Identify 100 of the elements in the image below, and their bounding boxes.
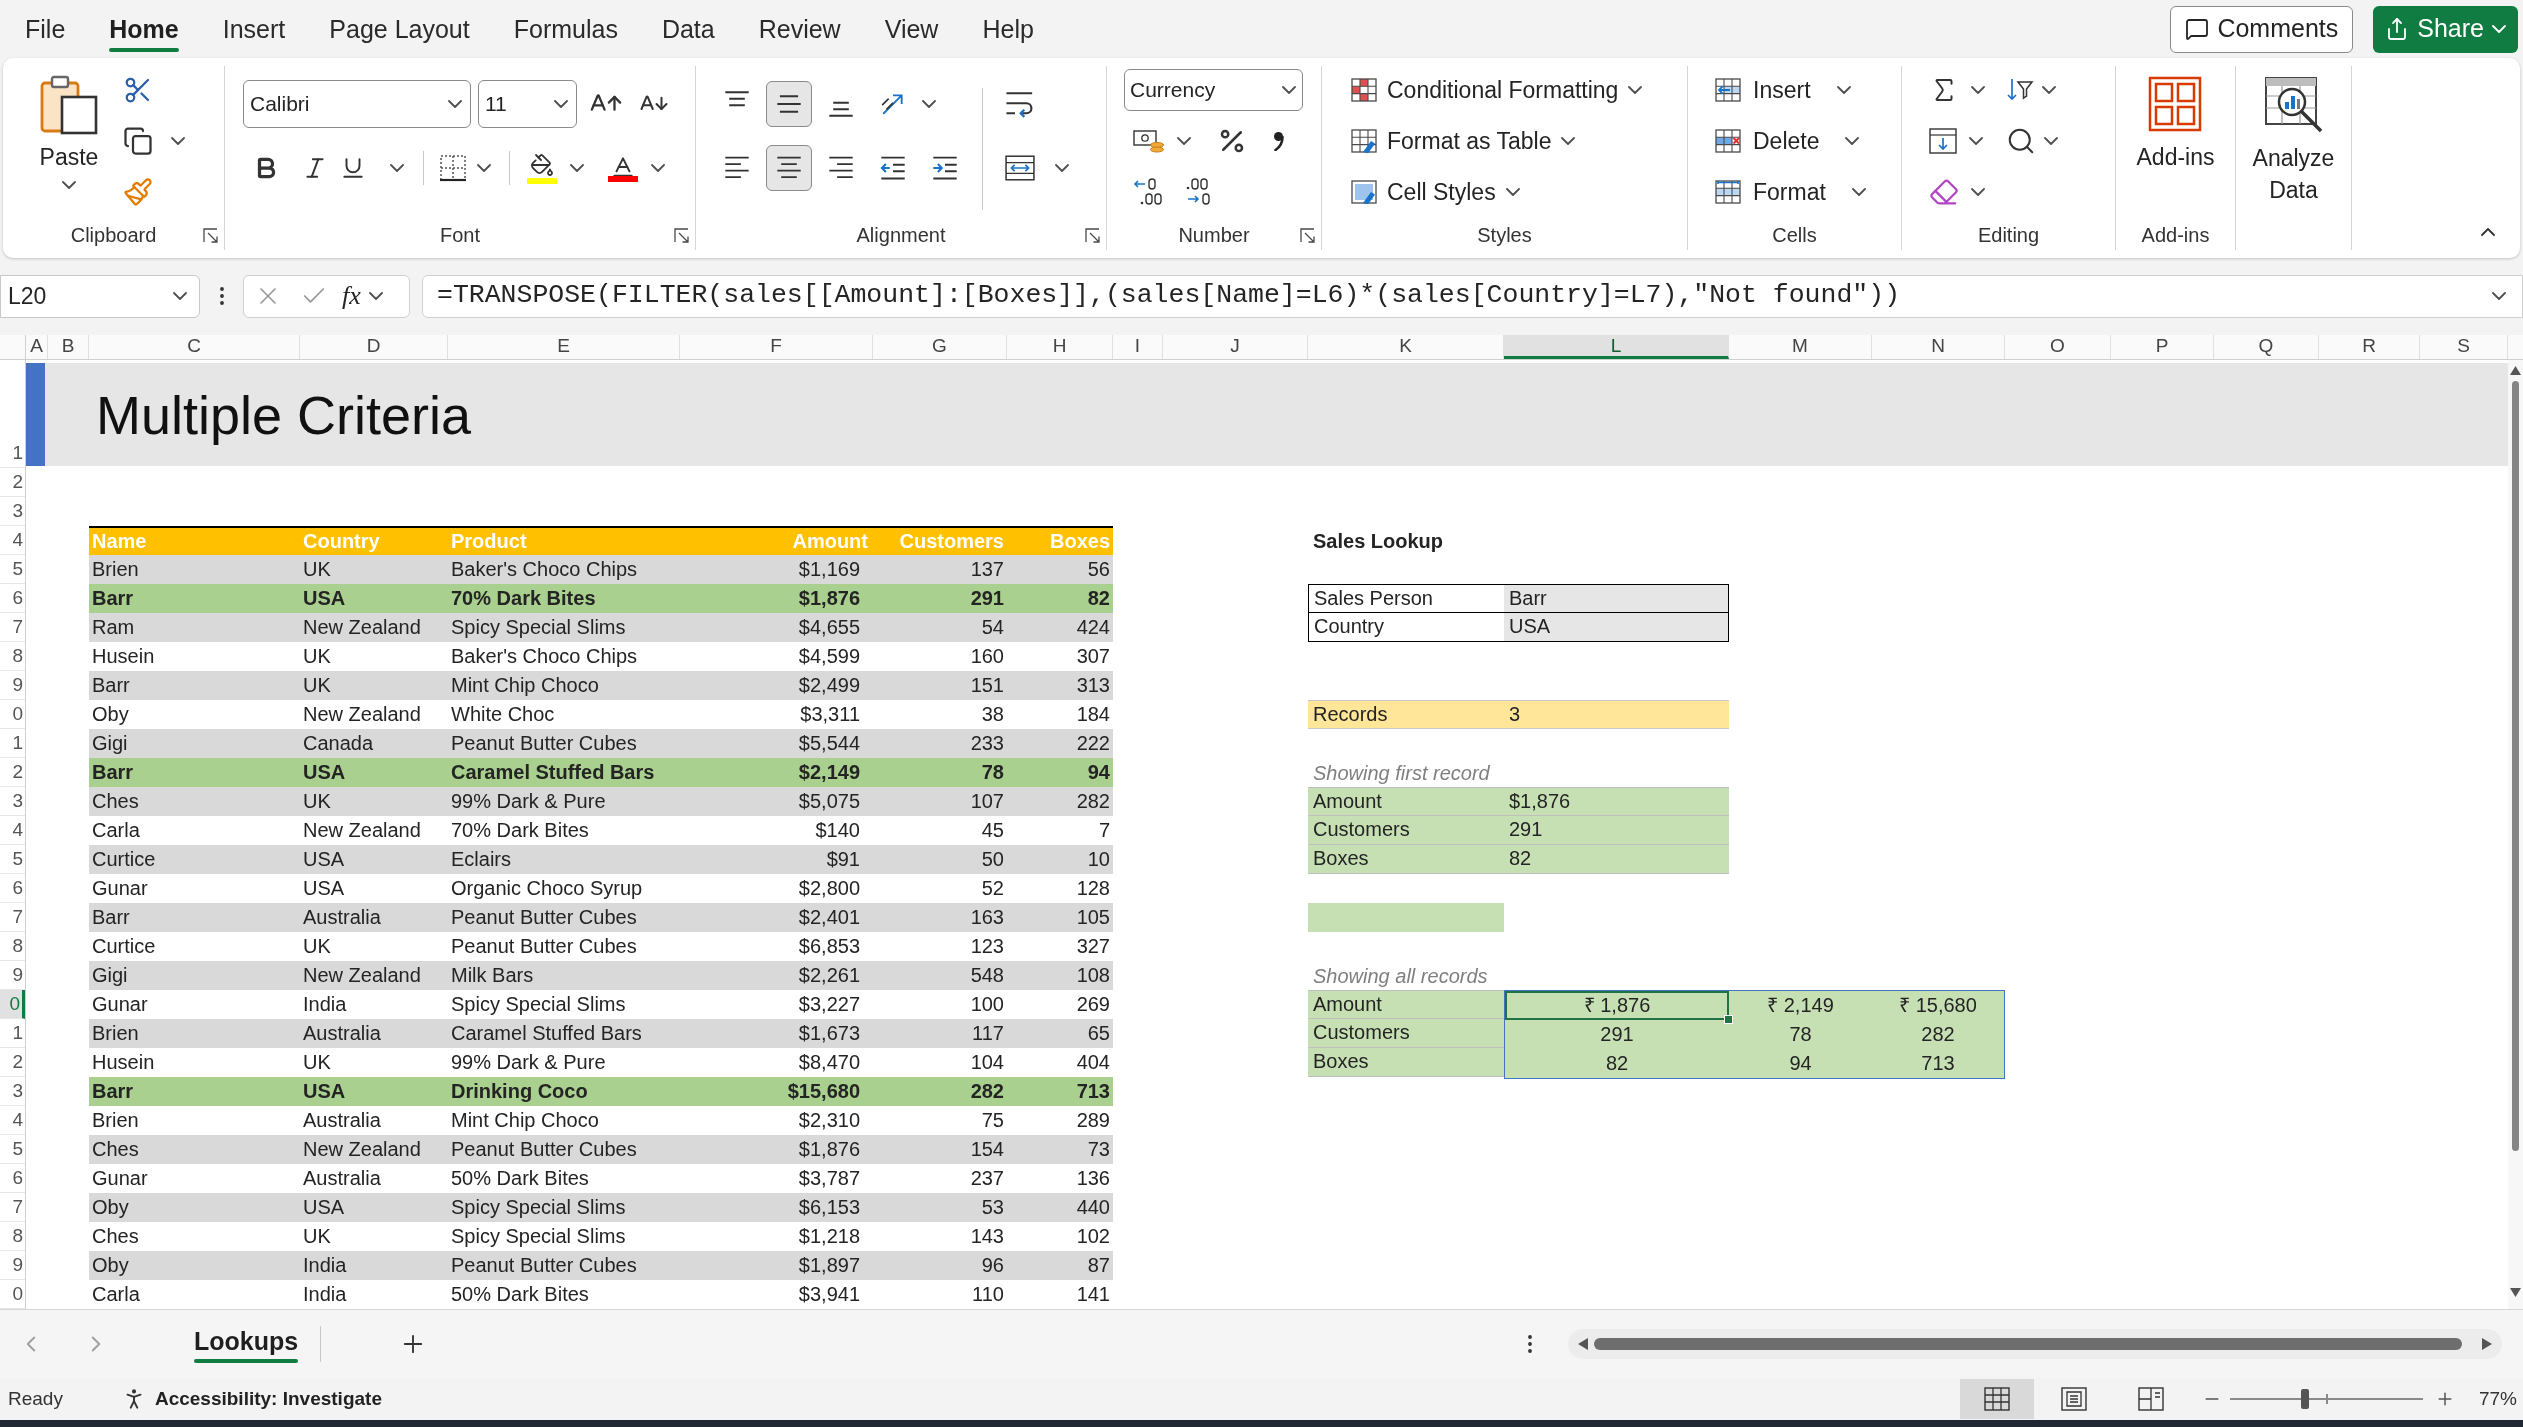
name-box[interactable]: L20: [0, 274, 200, 318]
delete-cells-button[interactable]: Delete: [1715, 123, 1860, 159]
format-cells-button[interactable]: Format: [1715, 174, 1866, 210]
row-header[interactable]: 2: [0, 758, 25, 787]
spill-cell[interactable]: 94: [1729, 1049, 1872, 1078]
caret-icon[interactable]: [2044, 137, 2058, 145]
menu-tab[interactable]: Page Layout: [307, 0, 492, 58]
merge-center-icon[interactable]: [1005, 155, 1035, 181]
caret-icon[interactable]: [1505, 188, 1520, 196]
column-header[interactable]: B: [48, 335, 89, 359]
row-header[interactable]: 3: [0, 497, 25, 526]
row-header[interactable]: 4: [0, 526, 25, 555]
font-name-field[interactable]: Calibri: [243, 80, 471, 128]
caret-icon[interactable]: [1836, 86, 1851, 94]
zoom-slider[interactable]: [2229, 1388, 2423, 1410]
row-header[interactable]: 3: [0, 787, 25, 816]
caret-icon[interactable]: [1055, 164, 1069, 172]
align-center-icon[interactable]: [776, 155, 802, 181]
row-header[interactable]: 6: [0, 874, 25, 903]
column-header[interactable]: O: [2005, 335, 2111, 359]
spill-cell[interactable]: 78: [1729, 1020, 1872, 1049]
caret-icon[interactable]: [570, 164, 584, 172]
row-header[interactable]: 3: [0, 1077, 25, 1106]
row-header[interactable]: 7: [0, 903, 25, 932]
share-button[interactable]: Share: [2373, 5, 2518, 53]
fill-handle[interactable]: [1724, 1015, 1733, 1024]
menu-tab[interactable]: Formulas: [491, 0, 640, 58]
add-ins-button[interactable]: Add-ins: [2136, 76, 2215, 172]
criteria-value[interactable]: USA: [1504, 613, 1728, 641]
row-header[interactable]: 5: [0, 555, 25, 584]
caret-icon[interactable]: [1282, 86, 1296, 94]
row-header[interactable]: 1: [0, 729, 25, 758]
dialog-launcher-icon[interactable]: [674, 227, 689, 243]
insert-function-button[interactable]: fx: [342, 281, 361, 311]
caret-icon[interactable]: [368, 292, 383, 300]
conditional-formatting-icon[interactable]: [1351, 78, 1377, 102]
menu-tab[interactable]: Review: [736, 0, 863, 58]
zoom-level[interactable]: 77%: [2478, 1384, 2517, 1414]
row-header[interactable]: 4: [0, 1106, 25, 1135]
spill-cell[interactable]: 713: [1872, 1049, 2004, 1078]
comments-button[interactable]: Comments: [2170, 5, 2354, 53]
dialog-launcher-icon[interactable]: [1085, 227, 1100, 243]
menu-tab[interactable]: Data: [639, 0, 737, 58]
caret-icon[interactable]: [390, 164, 404, 172]
caret-icon[interactable]: [1851, 188, 1866, 196]
spill-cell[interactable]: ₹ 2,149: [1729, 991, 1872, 1020]
row-header[interactable]: 5: [0, 1135, 25, 1164]
caret-icon[interactable]: [1628, 86, 1643, 94]
menu-tab[interactable]: View: [862, 0, 961, 58]
scroll-thumb[interactable]: [2512, 381, 2519, 1151]
font-color-icon[interactable]: [608, 154, 638, 182]
caret-icon[interactable]: [1971, 188, 1985, 196]
row-header[interactable]: 6: [0, 1164, 25, 1193]
row-header[interactable]: 7: [0, 1193, 25, 1222]
spill-cell[interactable]: 282: [1872, 1020, 2004, 1049]
row-header[interactable]: 9: [0, 671, 25, 700]
column-header[interactable]: L: [1504, 335, 1729, 359]
caret-icon[interactable]: [554, 100, 568, 108]
cell-brush-icon[interactable]: [1351, 180, 1377, 204]
normal-view-icon[interactable]: [1983, 1387, 2010, 1411]
copy-icon[interactable]: [123, 126, 153, 156]
middle-align-button[interactable]: [766, 81, 812, 127]
spill-cell[interactable]: 291: [1505, 1020, 1729, 1049]
column-header[interactable]: M: [1729, 335, 1872, 359]
caret-icon[interactable]: [62, 181, 76, 189]
menu-tab[interactable]: File: [3, 0, 88, 58]
increase-decimal-icon[interactable]: [1133, 178, 1163, 206]
number-format-field[interactable]: Currency: [1124, 69, 1303, 111]
insert-cells-button[interactable]: Insert: [1715, 72, 1851, 108]
row-header[interactable]: 2: [0, 468, 25, 497]
underline-icon[interactable]: [340, 155, 366, 181]
caret-icon[interactable]: [1969, 137, 1983, 145]
eraser-icon[interactable]: [1929, 177, 1959, 207]
column-header[interactable]: E: [448, 335, 680, 359]
align-center-button[interactable]: [766, 145, 812, 191]
table-brush-icon[interactable]: [1351, 129, 1377, 153]
row-header[interactable]: 0: [0, 990, 25, 1019]
dialog-launcher-icon[interactable]: [1300, 227, 1315, 243]
menu-tab[interactable]: Home: [87, 0, 201, 58]
normal-view-button[interactable]: [1959, 1379, 2034, 1419]
scroll-thumb[interactable]: [1594, 1338, 2462, 1350]
orientation-icon[interactable]: [880, 91, 906, 117]
caret-icon[interactable]: [651, 164, 665, 172]
accessibility-link[interactable]: Accessibility: Investigate: [154, 1384, 382, 1414]
dialog-launcher-icon[interactable]: [203, 227, 218, 243]
caret-icon[interactable]: [2492, 292, 2506, 300]
search-icon[interactable]: [2006, 126, 2036, 156]
column-header[interactable]: D: [300, 335, 448, 359]
caret-icon[interactable]: [1845, 137, 1860, 145]
fill-color-icon[interactable]: [527, 152, 557, 184]
decrease-indent-icon[interactable]: [880, 155, 906, 181]
caret-icon[interactable]: [173, 292, 187, 300]
caret-icon[interactable]: [1971, 86, 1985, 94]
row-header[interactable]: 0: [0, 700, 25, 729]
row-header[interactable]: 4: [0, 816, 25, 845]
column-header[interactable]: R: [2319, 335, 2420, 359]
row-header[interactable]: 7: [0, 613, 25, 642]
column-header[interactable]: G: [873, 335, 1007, 359]
column-header[interactable]: N: [1872, 335, 2005, 359]
align-left-icon[interactable]: [724, 155, 750, 181]
